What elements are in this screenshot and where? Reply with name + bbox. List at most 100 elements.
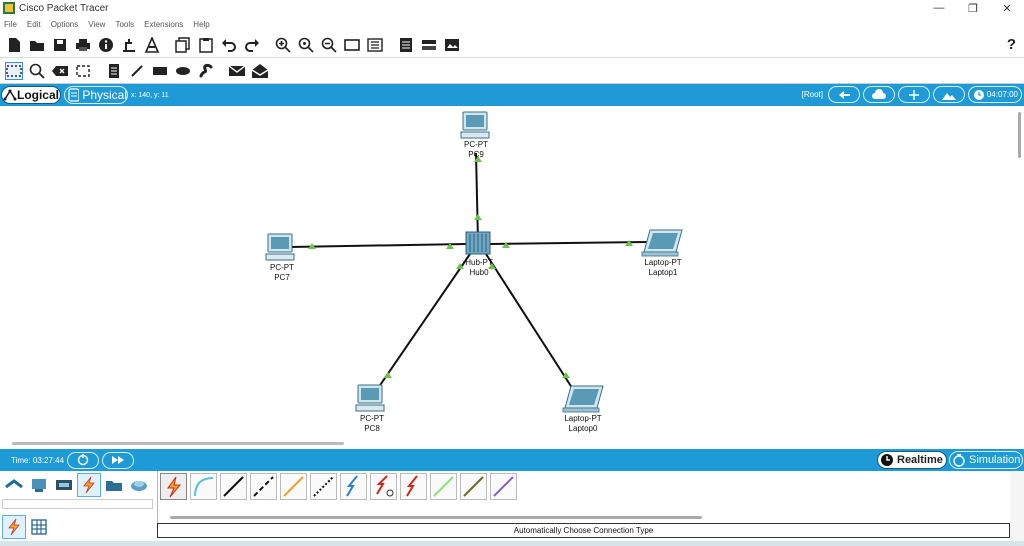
- time-bar: Time: 03:27:44 Realtime Simulation: [0, 449, 1024, 471]
- complex-pdu-icon[interactable]: [251, 62, 269, 80]
- restore-button[interactable]: ❐: [956, 0, 990, 16]
- draw-rect-icon[interactable]: [151, 62, 169, 80]
- logical-workspace[interactable]: PC-PT PC9 PC-PT PC7 Hub-PT Hub0 Laptop-PT La…: [0, 106, 1024, 449]
- network-devices-category-icon[interactable]: [2, 473, 26, 497]
- network-wizard-icon[interactable]: [120, 36, 138, 54]
- link-hub0-laptop1[interactable]: [489, 241, 649, 245]
- pc-icon[interactable]: [265, 233, 295, 261]
- pc-icon[interactable]: [355, 384, 385, 412]
- notes-icon[interactable]: [397, 36, 415, 54]
- draw-ellipse-icon[interactable]: [174, 62, 192, 80]
- simple-pdu-icon[interactable]: [228, 62, 246, 80]
- zoom-out-icon[interactable]: [320, 36, 338, 54]
- connection-type-description: Automatically Choose Connection Type: [157, 523, 1010, 538]
- root-breadcrumb[interactable]: [Root]: [802, 90, 823, 99]
- save-icon[interactable]: [51, 36, 69, 54]
- realtime-mode-tab[interactable]: Realtime: [877, 451, 947, 469]
- menu-view[interactable]: View: [88, 20, 105, 29]
- zoom-in-icon[interactable]: [274, 36, 292, 54]
- activity-wizard-icon[interactable]: [143, 36, 161, 54]
- device-label-pc8: PC-PT PC8: [360, 414, 384, 433]
- move-icon: [909, 89, 919, 100]
- realtime-label: Realtime: [897, 454, 943, 466]
- connections-category-icon[interactable]: [77, 473, 101, 497]
- menu-extensions[interactable]: Extensions: [144, 20, 183, 29]
- viewport-clock[interactable]: 04:07:00: [968, 86, 1022, 103]
- laptop-icon[interactable]: [641, 229, 683, 257]
- iot-custom-cable-icon[interactable]: [460, 473, 487, 500]
- usb-cable-icon[interactable]: [490, 473, 517, 500]
- coaxial-cable-icon[interactable]: [340, 473, 367, 500]
- menu-file[interactable]: File: [4, 20, 17, 29]
- resize-shape-icon[interactable]: [74, 62, 92, 80]
- clock-time: 04:07:00: [986, 90, 1018, 99]
- fiber-cable-icon[interactable]: [280, 473, 307, 500]
- vertical-scrollbar[interactable]: [1018, 112, 1021, 158]
- close-button[interactable]: ✕: [990, 0, 1024, 16]
- serial-dce-cable-icon[interactable]: [370, 473, 397, 500]
- freeform-icon[interactable]: [197, 62, 215, 80]
- copy-icon[interactable]: [174, 36, 192, 54]
- link-hub0-pc7[interactable]: [289, 243, 467, 248]
- open-folder-icon[interactable]: [28, 36, 46, 54]
- menu-bar: File Edit Options View Tools Extensions …: [0, 16, 1024, 32]
- custom-device-icon[interactable]: [420, 36, 438, 54]
- hub-icon[interactable]: [465, 231, 491, 255]
- tab-logical[interactable]: Logical: [1, 86, 61, 104]
- structured-cabling-icon[interactable]: [27, 515, 51, 539]
- select-tool-icon[interactable]: [5, 61, 23, 80]
- menu-options[interactable]: Options: [51, 20, 79, 29]
- menu-help[interactable]: Help: [193, 20, 209, 29]
- place-note-icon[interactable]: [105, 62, 123, 80]
- end-devices-category-icon[interactable]: [27, 473, 51, 497]
- fast-forward-button[interactable]: [102, 451, 135, 469]
- laptop-icon[interactable]: [562, 385, 604, 413]
- inspect-icon[interactable]: [28, 62, 46, 80]
- multiuser-category-icon[interactable]: [127, 473, 151, 497]
- help-icon[interactable]: ?: [1007, 36, 1016, 53]
- connection-scrollbar[interactable]: [170, 516, 702, 519]
- draw-line-icon[interactable]: [128, 62, 146, 80]
- tab-physical[interactable]: Physical: [64, 86, 128, 104]
- draw-rectangle-icon[interactable]: [343, 36, 361, 54]
- physical-label: Physical: [82, 88, 127, 102]
- cloud-icon: [872, 88, 886, 99]
- zoom-reset-icon[interactable]: [297, 36, 315, 54]
- straight-through-cable-icon[interactable]: [220, 473, 247, 500]
- simulation-mode-tab[interactable]: Simulation: [949, 451, 1023, 469]
- crossover-cable-icon[interactable]: [250, 473, 277, 500]
- redo-icon[interactable]: [243, 36, 261, 54]
- viewport-icon[interactable]: [443, 36, 461, 54]
- menu-edit[interactable]: Edit: [27, 20, 41, 29]
- menu-tools[interactable]: Tools: [115, 20, 134, 29]
- connection-types-panel: [157, 471, 1009, 523]
- set-background-button[interactable]: [933, 86, 965, 103]
- info-icon[interactable]: [97, 36, 115, 54]
- new-cluster-button[interactable]: [863, 86, 895, 103]
- miscellaneous-category-icon[interactable]: [102, 473, 126, 497]
- minimize-button[interactable]: —: [922, 0, 956, 16]
- elapsed-time: Time: 03:27:44: [11, 455, 65, 465]
- pc-icon[interactable]: [460, 111, 490, 139]
- link-hub0-pc9[interactable]: [475, 152, 479, 243]
- back-button[interactable]: [828, 86, 860, 103]
- horizontal-scrollbar[interactable]: [12, 442, 344, 445]
- serial-dte-cable-icon[interactable]: [400, 473, 427, 500]
- paste-icon[interactable]: [197, 36, 215, 54]
- auto-connection-icon[interactable]: [160, 473, 187, 500]
- components-category-icon[interactable]: [52, 473, 76, 497]
- delete-icon[interactable]: [51, 62, 69, 80]
- octal-cable-icon[interactable]: [430, 473, 457, 500]
- print-icon[interactable]: [74, 36, 92, 54]
- connections-subcategory-icon[interactable]: [2, 515, 26, 539]
- undo-icon[interactable]: [220, 36, 238, 54]
- power-cycle-button[interactable]: [67, 451, 100, 469]
- new-file-icon[interactable]: [5, 36, 23, 54]
- panel-scrollbar[interactable]: [1010, 471, 1024, 541]
- palette-icon[interactable]: [366, 36, 384, 54]
- console-cable-icon[interactable]: [190, 473, 217, 500]
- phone-cable-icon[interactable]: [310, 473, 337, 500]
- title-bar: Cisco Packet Tracer — ❐ ✕: [0, 0, 1024, 16]
- link-hub0-laptop0[interactable]: [485, 253, 577, 395]
- move-object-button[interactable]: [898, 86, 930, 103]
